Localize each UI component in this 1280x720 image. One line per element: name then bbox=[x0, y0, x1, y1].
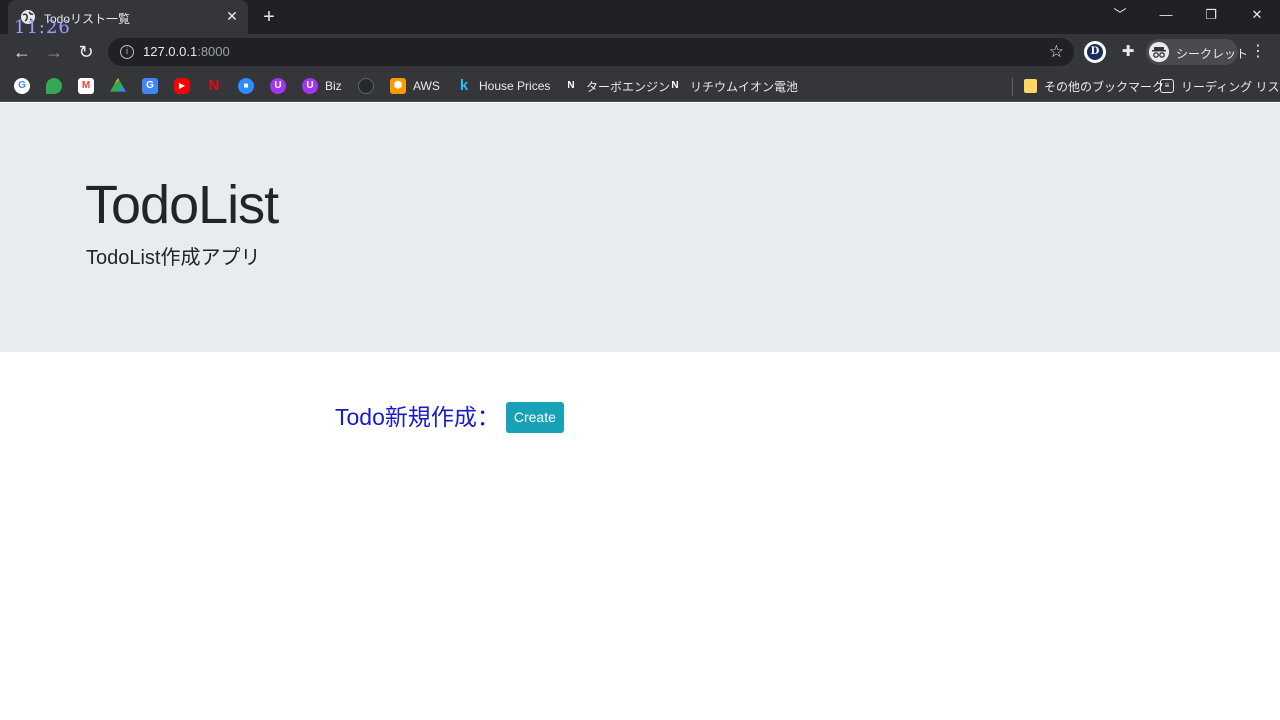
other-bookmarks[interactable]: その他のブックマーク bbox=[1024, 77, 1164, 95]
extension-d-letter: D bbox=[1087, 44, 1103, 60]
bookmark-label: ターボエンジン bbox=[586, 79, 671, 94]
new-tab-button[interactable]: + bbox=[258, 6, 280, 28]
extension-d-icon[interactable]: D bbox=[1084, 41, 1106, 63]
bookmark-label: Biz bbox=[325, 79, 342, 93]
url-port: :8000 bbox=[197, 44, 230, 59]
create-todo-label: Todo新規作成： bbox=[335, 404, 500, 430]
bookmark-aws[interactable]: ⬢ AWS bbox=[390, 77, 440, 95]
url-text[interactable]: 127.0.0.1:8000 bbox=[143, 44, 230, 59]
bookmark-star-icon[interactable]: ☆ bbox=[1049, 42, 1064, 62]
tab-close-icon[interactable]: ✕ bbox=[224, 8, 240, 24]
site-info-icon[interactable]: i bbox=[120, 45, 134, 59]
kaggle-icon: k bbox=[459, 77, 469, 94]
page-title: TodoList bbox=[85, 175, 279, 235]
bookmark-udemy[interactable]: U bbox=[270, 77, 293, 95]
reload-icon[interactable]: ↻ bbox=[74, 40, 98, 64]
page-lead: TodoList作成アプリ bbox=[86, 247, 261, 269]
bookmark-turbo-engine[interactable]: N ターボエンジン bbox=[563, 77, 670, 95]
tab-search-icon[interactable]: ﹀ bbox=[1098, 4, 1142, 26]
note-icon: N bbox=[671, 80, 679, 91]
youtube-icon: ▶ bbox=[174, 78, 190, 94]
bookmark-netflix[interactable]: N bbox=[206, 77, 229, 95]
incognito-badge[interactable]: シークレット bbox=[1146, 39, 1248, 65]
bookmark-google[interactable]: G bbox=[14, 77, 37, 95]
google-icon: G bbox=[14, 78, 30, 94]
address-bar[interactable]: i 127.0.0.1:8000 ☆ bbox=[108, 38, 1074, 66]
netflix-icon: N bbox=[208, 77, 220, 94]
bookmarks-bar: G M G ▶ N ■ U U Biz ⬢ AWS k House Prices Nタ… bbox=[0, 70, 1280, 102]
restore-button[interactable]: ❐ bbox=[1189, 4, 1233, 26]
bookmark-zoom[interactable]: ■ bbox=[238, 77, 261, 95]
note-icon: N bbox=[567, 80, 575, 91]
gmail-icon: M bbox=[78, 78, 94, 94]
udemy-icon: U bbox=[270, 78, 286, 94]
maps-icon bbox=[46, 78, 62, 94]
github-icon bbox=[358, 78, 374, 94]
bookmark-label: リチウムイオン電池 bbox=[690, 79, 799, 94]
bookmark-github[interactable] bbox=[358, 77, 381, 95]
reading-list-icon: ≡ bbox=[1160, 79, 1174, 93]
bookmark-gmail[interactable]: M bbox=[78, 77, 101, 95]
zoom-icon: ■ bbox=[238, 78, 254, 94]
bookmark-label: AWS bbox=[413, 79, 440, 93]
folder-icon bbox=[1024, 79, 1037, 93]
bookmark-udemy-biz[interactable]: U Biz bbox=[302, 77, 342, 95]
bookmark-drive[interactable] bbox=[110, 77, 133, 95]
translate-icon: G bbox=[142, 78, 158, 94]
tab-bar: Todoリスト一覧 ✕ 11:26 + ﹀ — ❐ ✕ bbox=[0, 0, 1280, 38]
minimize-button[interactable]: — bbox=[1144, 4, 1188, 26]
forward-arrow-icon[interactable]: → bbox=[42, 40, 66, 64]
back-arrow-icon[interactable]: ← bbox=[10, 40, 34, 64]
other-bookmarks-label: その他のブックマーク bbox=[1044, 79, 1165, 94]
bookmark-maps[interactable] bbox=[46, 77, 69, 95]
bookmark-house-prices[interactable]: k House Prices bbox=[456, 77, 551, 95]
incognito-icon bbox=[1149, 42, 1169, 62]
bookmark-lithium-battery[interactable]: N リチウムイオン電池 bbox=[667, 77, 798, 95]
create-button[interactable]: Create bbox=[505, 401, 564, 433]
reading-list[interactable]: ≡ リーディング リスト bbox=[1160, 77, 1280, 95]
bookmarks-divider bbox=[1012, 78, 1013, 96]
bookmark-label: House Prices bbox=[479, 79, 551, 93]
jumbotron: TodoList TodoList作成アプリ bbox=[0, 103, 1280, 352]
bookmark-youtube[interactable]: ▶ bbox=[174, 77, 197, 95]
reading-list-label: リーディング リスト bbox=[1181, 79, 1280, 94]
drive-icon bbox=[110, 78, 126, 92]
close-window-button[interactable]: ✕ bbox=[1235, 4, 1279, 26]
bookmark-translate[interactable]: G bbox=[142, 77, 165, 95]
extensions-puzzle-icon[interactable]: ✚ bbox=[1118, 42, 1138, 62]
create-todo-row: Todo新規作成： Create bbox=[335, 401, 564, 433]
url-host: 127.0.0.1 bbox=[143, 44, 198, 59]
incognito-label: シークレット bbox=[1176, 47, 1249, 61]
kebab-menu-icon[interactable]: ⋮ bbox=[1250, 40, 1266, 64]
udemy-biz-icon: U bbox=[302, 78, 318, 94]
browser-toolbar: ← → ↻ i 127.0.0.1:8000 ☆ D ✚ シークレット ⋮ bbox=[0, 34, 1280, 70]
aws-icon: ⬢ bbox=[390, 78, 406, 94]
